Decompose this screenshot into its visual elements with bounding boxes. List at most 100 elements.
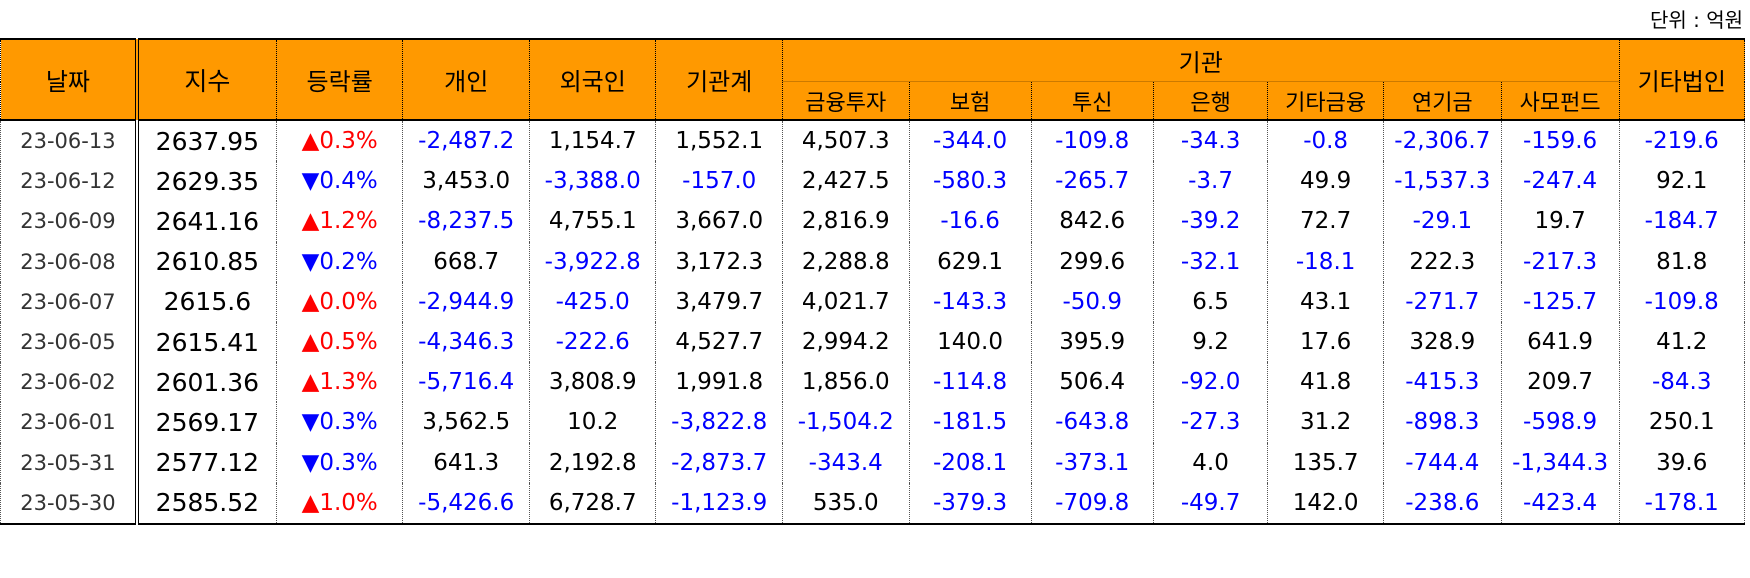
cell-change-rate: ▲0.0%: [275, 281, 404, 322]
cell-individual: -4,346.3: [402, 321, 530, 363]
cell-financial-investment: 2,427.5: [781, 161, 910, 202]
cell-financial-investment: -1,504.2: [781, 402, 910, 443]
header-investment-trust: 투신: [1030, 81, 1154, 120]
cell-pension: -271.7: [1382, 281, 1502, 322]
up-triangle-icon: ▲: [301, 128, 320, 155]
cell-foreign: 4,755.1: [528, 201, 657, 242]
cell-other-corp: 250.1: [1618, 402, 1745, 443]
cell-bank: -49.7: [1152, 482, 1269, 525]
cell-index: 2601.36: [136, 362, 277, 403]
cell-other-corp: 39.6: [1618, 442, 1745, 483]
cell-insurance: -143.3: [908, 281, 1032, 322]
header-private-equity: 사모펀드: [1500, 81, 1620, 120]
cell-date: 23-06-05: [0, 321, 139, 363]
header-institution-total: 기관계: [655, 38, 783, 120]
table-row: 23-06-02 2601.36 ▲1.3% -5,716.4 3,808.9 1,991…: [0, 362, 1745, 403]
cell-insurance: 140.0: [908, 321, 1032, 363]
change-rate-value: 0.3%: [319, 449, 378, 476]
cell-bank: -39.2: [1152, 201, 1269, 242]
cell-investment-trust: 299.6: [1030, 241, 1154, 282]
cell-other-corp: 92.1: [1618, 161, 1745, 202]
cell-other-finance: 49.9: [1267, 161, 1384, 202]
table-row: 23-06-13 2637.95 ▲0.3% -2,487.2 1,154.7 1,552…: [0, 118, 1745, 162]
cell-index: 2585.52: [136, 482, 277, 525]
cell-pension: -1,537.3: [1382, 161, 1502, 202]
cell-individual: 3,453.0: [402, 161, 530, 202]
cell-index: 2577.12: [136, 442, 277, 483]
cell-insurance: -208.1: [908, 442, 1032, 483]
cell-financial-investment: 4,021.7: [781, 281, 910, 322]
table-row: 23-06-12 2629.35 ▼0.4% 3,453.0 -3,388.0 -157.…: [0, 161, 1745, 202]
cell-foreign: 1,154.7: [528, 118, 657, 162]
cell-private-equity: -247.4: [1500, 161, 1620, 202]
cell-institution-total: 3,479.7: [655, 281, 783, 322]
cell-investment-trust: 506.4: [1030, 362, 1154, 403]
header-insurance: 보험: [908, 81, 1032, 120]
cell-pension: 328.9: [1382, 321, 1502, 363]
cell-other-corp: -219.6: [1618, 118, 1745, 162]
cell-bank: -92.0: [1152, 362, 1269, 403]
cell-foreign: 6,728.7: [528, 482, 657, 525]
cell-insurance: 629.1: [908, 241, 1032, 282]
header-date: 날짜: [0, 38, 139, 120]
cell-foreign: 3,808.9: [528, 362, 657, 403]
up-triangle-icon: ▲: [301, 208, 320, 235]
change-rate-value: 0.3%: [319, 128, 378, 155]
cell-bank: 9.2: [1152, 321, 1269, 363]
cell-change-rate: ▼0.3%: [275, 402, 404, 443]
cell-change-rate: ▲0.5%: [275, 321, 404, 363]
cell-date: 23-05-31: [0, 442, 139, 483]
cell-change-rate: ▲0.3%: [275, 118, 404, 162]
cell-private-equity: -1,344.3: [1500, 442, 1620, 483]
cell-individual: 3,562.5: [402, 402, 530, 443]
up-triangle-icon: ▲: [301, 369, 320, 396]
cell-pension: -2,306.7: [1382, 118, 1502, 162]
table-row: 23-05-31 2577.12 ▼0.3% 641.3 2,192.8 -2,873.7…: [0, 442, 1745, 483]
cell-investment-trust: -265.7: [1030, 161, 1154, 202]
cell-individual: -5,716.4: [402, 362, 530, 403]
cell-financial-investment: -343.4: [781, 442, 910, 483]
cell-pension: -744.4: [1382, 442, 1502, 483]
cell-bank: -34.3: [1152, 118, 1269, 162]
cell-insurance: -16.6: [908, 201, 1032, 242]
up-triangle-icon: ▲: [301, 329, 320, 356]
down-triangle-icon: ▼: [301, 409, 320, 436]
cell-private-equity: 209.7: [1500, 362, 1620, 403]
change-rate-value: 1.0%: [319, 489, 378, 516]
header-index: 지수: [136, 38, 277, 120]
cell-other-finance: 31.2: [1267, 402, 1384, 443]
cell-individual: -5,426.6: [402, 482, 530, 525]
header-institution-group: 기관: [781, 38, 1620, 82]
cell-other-finance: 142.0: [1267, 482, 1384, 525]
cell-institution-total: 3,667.0: [655, 201, 783, 242]
cell-investment-trust: -373.1: [1030, 442, 1154, 483]
down-triangle-icon: ▼: [301, 168, 320, 195]
cell-private-equity: -125.7: [1500, 281, 1620, 322]
cell-other-finance: -0.8: [1267, 118, 1384, 162]
cell-other-corp: -84.3: [1618, 362, 1745, 403]
cell-other-finance: 43.1: [1267, 281, 1384, 322]
cell-individual: 641.3: [402, 442, 530, 483]
cell-date: 23-06-12: [0, 161, 139, 202]
cell-pension: -415.3: [1382, 362, 1502, 403]
up-triangle-icon: ▲: [301, 288, 320, 315]
cell-private-equity: -598.9: [1500, 402, 1620, 443]
cell-change-rate: ▼0.3%: [275, 442, 404, 483]
cell-change-rate: ▲1.3%: [275, 362, 404, 403]
change-rate-value: 1.2%: [319, 208, 378, 235]
cell-other-finance: -18.1: [1267, 241, 1384, 282]
cell-institution-total: -1,123.9: [655, 482, 783, 525]
cell-financial-investment: 2,288.8: [781, 241, 910, 282]
cell-other-finance: 41.8: [1267, 362, 1384, 403]
cell-financial-investment: 2,994.2: [781, 321, 910, 363]
down-triangle-icon: ▼: [301, 248, 320, 275]
header-pension: 연기금: [1382, 81, 1502, 120]
header-financial-investment: 금융투자: [781, 81, 910, 120]
cell-investment-trust: -109.8: [1030, 118, 1154, 162]
cell-investment-trust: -50.9: [1030, 281, 1154, 322]
cell-index: 2637.95: [136, 118, 277, 162]
cell-other-corp: 81.8: [1618, 241, 1745, 282]
cell-foreign: 10.2: [528, 402, 657, 443]
cell-individual: -8,237.5: [402, 201, 530, 242]
table-row: 23-06-08 2610.85 ▼0.2% 668.7 -3,922.8 3,172.3…: [0, 241, 1745, 282]
